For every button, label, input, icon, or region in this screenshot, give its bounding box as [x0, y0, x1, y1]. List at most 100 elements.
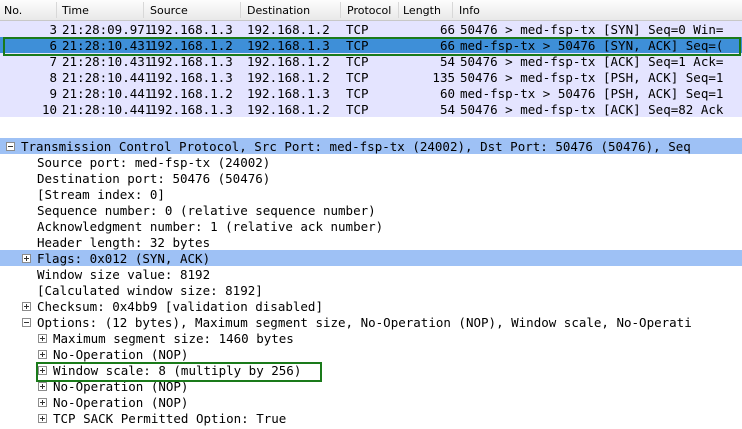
packet-time-cell: 21:28:09.971 [62, 22, 153, 37]
detail-text: Sequence number: 0 (relative sequence nu… [37, 203, 376, 218]
column-header-time[interactable]: Time [62, 4, 89, 17]
packet-protocol-cell: TCP [346, 86, 369, 101]
packet-length-cell: 54 [439, 54, 455, 69]
tcp-header-node[interactable]: Transmission Control Protocol, Src Port:… [0, 138, 742, 154]
ack-number-field[interactable]: Acknowledgment number: 1 (relative ack n… [0, 218, 742, 234]
packet-list-pane[interactable]: No. Time Source Destination Protocol Len… [0, 0, 742, 118]
expand-plus-icon[interactable] [38, 414, 47, 423]
detail-text: [Stream index: 0] [37, 187, 165, 202]
column-separator[interactable] [340, 2, 341, 18]
flags-node[interactable]: Flags: 0x012 (SYN, ACK) [0, 250, 742, 266]
options-node[interactable]: Options: (12 bytes), Maximum segment siz… [0, 314, 742, 330]
detail-tree: Transmission Control Protocol, Src Port:… [0, 138, 742, 426]
option-nop-node[interactable]: No-Operation (NOP) [0, 394, 742, 410]
packet-length-cell: 60 [439, 86, 455, 101]
packet-source-cell: 192.168.1.3 [150, 102, 233, 117]
packet-info-cell: 50476 > med-fsp-tx [ACK] Seq=1 Ack= [460, 54, 724, 69]
option-mss-node[interactable]: Maximum segment size: 1460 bytes [0, 330, 742, 346]
detail-text: Window scale: 8 (multiply by 256) [53, 363, 302, 378]
detail-text: Destination port: 50476 (50476) [37, 171, 271, 186]
packet-info-cell: med-fsp-tx > 50476 [PSH, ACK] Seq=1 [460, 86, 724, 101]
sequence-number-field[interactable]: Sequence number: 0 (relative sequence nu… [0, 202, 742, 218]
packet-source-cell: 192.168.1.3 [150, 22, 233, 37]
packet-row[interactable]: 3 21:28:09.971 192.168.1.3 192.168.1.2 TCP 66… [0, 21, 742, 37]
expand-plus-icon[interactable] [38, 382, 47, 391]
packet-time-cell: 21:28:10.441 [62, 70, 153, 85]
packet-no-cell: 8 [49, 70, 57, 85]
column-separator[interactable] [240, 2, 241, 18]
packet-time-cell: 21:28:10.441 [62, 102, 153, 117]
stream-index-field[interactable]: [Stream index: 0] [0, 186, 742, 202]
detail-text: Source port: med-fsp-tx (24002) [37, 155, 271, 170]
packet-destination-cell: 192.168.1.2 [247, 54, 330, 69]
packet-destination-cell: 192.168.1.3 [247, 86, 330, 101]
expand-plus-icon[interactable] [22, 302, 31, 311]
column-separator[interactable] [398, 2, 399, 18]
packet-row[interactable]: 7 21:28:10.431 192.168.1.3 192.168.1.2 TCP 54… [0, 53, 742, 69]
expand-plus-icon[interactable] [38, 398, 47, 407]
packet-details-pane[interactable]: Transmission Control Protocol, Src Port:… [0, 138, 742, 429]
detail-text: [Calculated window size: 8192] [37, 283, 263, 298]
detail-text: No-Operation (NOP) [53, 379, 189, 394]
packet-length-cell: 135 [432, 70, 455, 85]
column-header-source[interactable]: Source [150, 4, 188, 17]
expand-plus-icon[interactable] [38, 350, 47, 359]
detail-text: Header length: 32 bytes [37, 235, 211, 250]
packet-time-cell: 21:28:10.431 [62, 54, 153, 69]
column-separator[interactable] [143, 2, 144, 18]
detail-text: No-Operation (NOP) [53, 395, 189, 410]
column-header-protocol[interactable]: Protocol [347, 4, 391, 17]
packet-rows: 3 21:28:09.971 192.168.1.3 192.168.1.2 TCP 66… [0, 21, 742, 117]
collapse-minus-icon[interactable] [22, 318, 31, 327]
option-sack-permitted-node[interactable]: TCP SACK Permitted Option: True [0, 410, 742, 426]
packet-source-cell: 192.168.1.2 [150, 86, 233, 101]
packet-source-cell: 192.168.1.3 [150, 54, 233, 69]
packet-no-cell: 9 [49, 86, 57, 101]
option-nop-node[interactable]: No-Operation (NOP) [0, 378, 742, 394]
column-separator[interactable] [56, 2, 57, 18]
packet-protocol-cell: TCP [346, 102, 369, 117]
collapse-minus-icon[interactable] [6, 142, 15, 151]
option-nop-node[interactable]: No-Operation (NOP) [0, 346, 742, 362]
option-window-scale-node[interactable]: Window scale: 8 (multiply by 256) [0, 362, 742, 378]
packet-row[interactable]: 10 21:28:10.441 192.168.1.3 192.168.1.2 TCP 5… [0, 101, 742, 117]
packet-no-cell: 10 [41, 102, 57, 117]
detail-text: Checksum: 0x4bb9 [validation disabled] [37, 299, 323, 314]
expand-plus-icon[interactable] [38, 366, 47, 375]
packet-time-cell: 21:28:10.441 [62, 86, 153, 101]
packet-source-cell: 192.168.1.2 [150, 38, 233, 53]
packet-list-header: No. Time Source Destination Protocol Len… [0, 0, 742, 21]
packet-protocol-cell: TCP [346, 70, 369, 85]
column-header-destination[interactable]: Destination [247, 4, 310, 17]
packet-row[interactable]: 8 21:28:10.441 192.168.1.3 192.168.1.2 TCP 13… [0, 69, 742, 85]
detail-text: Options: (12 bytes), Maximum segment siz… [37, 315, 692, 330]
packet-info-cell: med-fsp-tx > 50476 [SYN, ACK] Seq=( [460, 38, 724, 53]
column-header-info[interactable]: Info [459, 4, 480, 17]
packet-destination-cell: 192.168.1.3 [247, 38, 330, 53]
detail-text: Flags: 0x012 (SYN, ACK) [37, 251, 211, 266]
packet-protocol-cell: TCP [346, 54, 369, 69]
column-separator[interactable] [452, 2, 453, 18]
detail-text: Acknowledgment number: 1 (relative ack n… [37, 219, 384, 234]
expand-plus-icon[interactable] [38, 334, 47, 343]
packet-info-cell: 50476 > med-fsp-tx [ACK] Seq=82 Ack [460, 102, 724, 117]
window-size-value-field[interactable]: Window size value: 8192 [0, 266, 742, 282]
expand-plus-icon[interactable] [22, 254, 31, 263]
packet-length-cell: 66 [439, 22, 455, 37]
source-port-field[interactable]: Source port: med-fsp-tx (24002) [0, 154, 742, 170]
packet-destination-cell: 192.168.1.2 [247, 102, 330, 117]
packet-length-cell: 66 [439, 38, 455, 53]
detail-text: TCP SACK Permitted Option: True [53, 411, 287, 426]
packet-row-selected[interactable]: 6 21:28:10.431 192.168.1.2 192.168.1.3 TCP 66… [0, 37, 742, 53]
packet-protocol-cell: TCP [346, 38, 369, 53]
header-length-field[interactable]: Header length: 32 bytes [0, 234, 742, 250]
packet-destination-cell: 192.168.1.2 [247, 70, 330, 85]
packet-info-cell: 50476 > med-fsp-tx [SYN] Seq=0 Win= [460, 22, 724, 37]
packet-row[interactable]: 9 21:28:10.441 192.168.1.2 192.168.1.3 TCP 60… [0, 85, 742, 101]
column-header-length[interactable]: Length [403, 4, 441, 17]
calculated-window-size-field[interactable]: [Calculated window size: 8192] [0, 282, 742, 298]
packet-no-cell: 6 [49, 38, 57, 53]
destination-port-field[interactable]: Destination port: 50476 (50476) [0, 170, 742, 186]
checksum-node[interactable]: Checksum: 0x4bb9 [validation disabled] [0, 298, 742, 314]
column-header-no[interactable]: No. [4, 4, 22, 17]
